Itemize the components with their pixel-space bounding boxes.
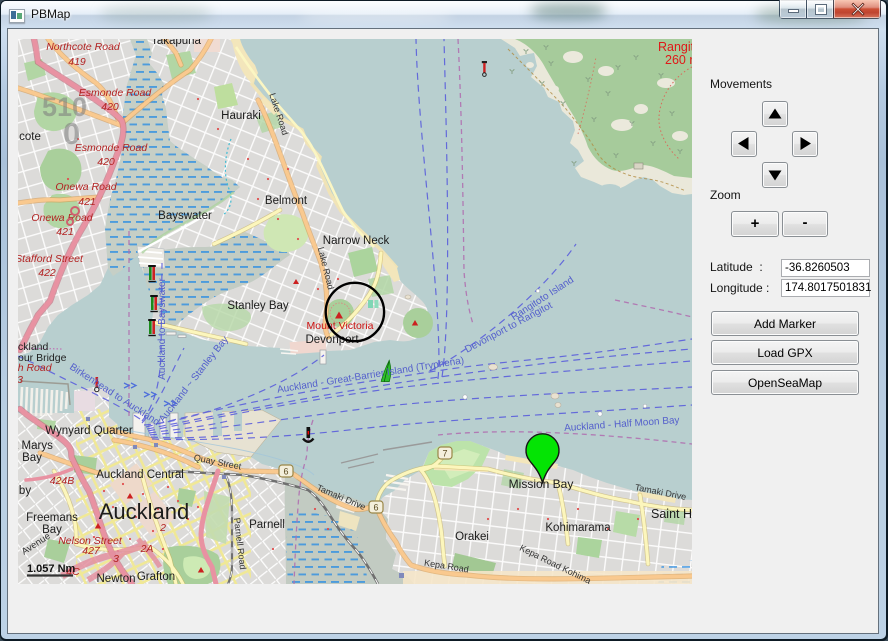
svg-text:Newton: Newton — [97, 573, 136, 584]
svg-text:Onewa Road: Onewa Road — [55, 181, 117, 193]
svg-text:Freemans: Freemans — [26, 512, 78, 524]
svg-text:Bayswater: Bayswater — [158, 210, 212, 222]
svg-text:Saint He: Saint He — [651, 507, 692, 521]
svg-text:Bay: Bay — [42, 524, 62, 536]
svg-text:6: 6 — [373, 503, 378, 513]
svg-text:Wynyard Quarter: Wynyard Quarter — [45, 425, 133, 437]
svg-text:7: 7 — [442, 449, 447, 459]
svg-text:Stafford Street: Stafford Street — [18, 253, 84, 265]
svg-text:Esmonde Road: Esmonde Road — [79, 87, 153, 99]
svg-text:419: 419 — [68, 56, 86, 68]
svg-text:Auckland Central: Auckland Central — [96, 469, 184, 481]
svg-text:Mount Victoria: Mount Victoria — [307, 320, 374, 332]
svg-text:Auckland to Bayswater: Auckland to Bayswater — [157, 277, 168, 379]
svg-text:2A: 2A — [140, 543, 154, 555]
svg-text:Belmont: Belmont — [265, 195, 308, 207]
svg-text:t Marys: t Marys — [18, 440, 53, 452]
svg-text:Takapuna: Takapuna — [151, 39, 201, 47]
svg-text:Grafton: Grafton — [137, 571, 175, 583]
svg-text:420: 420 — [101, 101, 119, 113]
svg-text:Onewa Road: Onewa Road — [31, 212, 93, 224]
svg-text:Bay: Bay — [22, 452, 42, 464]
svg-text:6: 6 — [283, 467, 288, 477]
svg-text:our Bridge: our Bridge — [18, 352, 67, 364]
svg-text:by: by — [19, 485, 31, 497]
svg-text:260 r: 260 r — [665, 53, 692, 67]
svg-text:421: 421 — [78, 196, 96, 208]
svg-text:422: 422 — [38, 267, 56, 279]
svg-text:Esmonde Road: Esmonde Road — [75, 142, 149, 154]
svg-text:Kohimarama: Kohimarama — [545, 522, 611, 534]
svg-text:424B: 424B — [50, 475, 75, 487]
svg-text:3: 3 — [113, 553, 119, 565]
svg-text:Orakei: Orakei — [455, 531, 489, 543]
svg-text:3: 3 — [18, 374, 23, 386]
svg-text:420: 420 — [97, 156, 115, 168]
svg-text:cote: cote — [19, 131, 41, 143]
svg-text:Narrow Neck: Narrow Neck — [323, 235, 390, 247]
svg-text:Parnell: Parnell — [249, 519, 285, 531]
svg-text:427: 427 — [82, 545, 101, 557]
svg-text:Northcote Road: Northcote Road — [46, 41, 121, 53]
svg-text:Auckland: Auckland — [99, 499, 190, 524]
svg-text:Hauraki: Hauraki — [221, 110, 261, 122]
svg-text:1.057 Nm: 1.057 Nm — [27, 563, 76, 575]
svg-text:Rangito: Rangito — [658, 40, 692, 54]
svg-text:421: 421 — [56, 226, 74, 238]
svg-text:Stanley Bay: Stanley Bay — [227, 300, 289, 312]
